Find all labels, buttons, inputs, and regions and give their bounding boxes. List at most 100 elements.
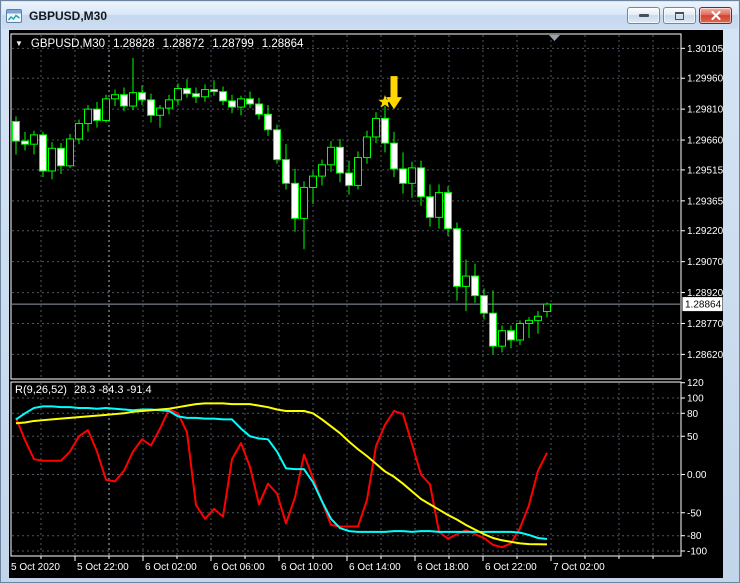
candle: [138, 85, 146, 106]
restore-icon: [675, 11, 684, 20]
minimize-button[interactable]: [627, 7, 660, 24]
candle: [318, 159, 326, 186]
candle: [372, 112, 380, 144]
svg-text:1.29070: 1.29070: [687, 257, 723, 268]
svg-text:1.29960: 1.29960: [687, 74, 723, 85]
candle: [255, 97, 263, 120]
candle: [327, 141, 335, 172]
candle: [246, 91, 254, 109]
candle: [192, 87, 200, 103]
candle: [66, 133, 74, 168]
chart-legend: ▼ GBPUSD,M30 1.28828 1.28872 1.28799 1.2…: [15, 38, 303, 50]
indicator-line-cyan: [15, 405, 548, 540]
svg-text:6 Oct 14:00: 6 Oct 14:00: [349, 562, 401, 573]
candle: [21, 131, 29, 151]
chart-client-area: 1.30105 1.29960 1.29810 1.29660 1.29515 1.293…: [9, 30, 723, 578]
candle: [354, 151, 362, 190]
candle: [309, 170, 317, 204]
title-bar[interactable]: GBPUSD,M30: [2, 2, 738, 29]
minimize-icon: [638, 14, 649, 17]
candle: [444, 186, 452, 236]
candle: [57, 143, 65, 175]
candle: [534, 311, 542, 334]
dropdown-triangle-icon[interactable]: ▼: [15, 40, 23, 48]
candle: [174, 83, 182, 106]
indicator-values: 28.3 -84.3 -91.4: [73, 384, 152, 396]
candle: [111, 89, 119, 107]
svg-text:1.29365: 1.29365: [687, 196, 723, 207]
chart-objects: [378, 76, 402, 110]
indicator-legend: R(9,26,52) 28.3 -84.3 -91.4: [15, 384, 152, 396]
legend-high: 1.28872: [162, 38, 205, 50]
indicator-name: R(9,26,52): [15, 384, 67, 396]
candle: [453, 222, 461, 301]
candle: [480, 288, 488, 320]
svg-text:6 Oct 10:00: 6 Oct 10:00: [281, 562, 333, 573]
chart-window: GBPUSD,M30 1.30105 1.29960 1.29810 1.29660 1…: [0, 0, 740, 583]
grid: [12, 35, 680, 555]
candle: [543, 302, 551, 318]
candles: [12, 58, 551, 355]
candle: [399, 152, 407, 194]
candle: [75, 119, 83, 145]
svg-text:1.28620: 1.28620: [687, 350, 723, 361]
current-price-tag: 1.28864: [682, 297, 723, 312]
svg-text:-100: -100: [687, 547, 707, 558]
candle: [363, 130, 371, 164]
candle: [417, 160, 425, 207]
candle: [408, 161, 416, 198]
svg-text:0.00: 0.00: [687, 470, 707, 481]
svg-text:6 Oct 22:00: 6 Oct 22:00: [485, 562, 537, 573]
indicator-axis[interactable]: 120 100 80 50 0.00 -50 -80 -100: [681, 378, 707, 558]
star-icon[interactable]: [378, 94, 392, 108]
candle: [282, 144, 290, 190]
candle: [264, 105, 272, 136]
price-axis[interactable]: 1.30105 1.29960 1.29810 1.29660 1.29515 1.293…: [681, 44, 723, 361]
candle: [183, 79, 191, 98]
down-arrow-icon[interactable]: [386, 76, 402, 110]
legend-open: 1.28828: [113, 38, 155, 50]
close-button[interactable]: [699, 7, 732, 24]
candle: [390, 131, 398, 178]
svg-text:6 Oct 06:00: 6 Oct 06:00: [213, 562, 265, 573]
close-icon: [710, 11, 721, 20]
legend-close: 1.28864: [261, 38, 304, 50]
candle: [273, 124, 281, 164]
candle: [516, 320, 524, 346]
candle: [219, 86, 227, 106]
restore-button[interactable]: [663, 7, 696, 24]
svg-text:1.29220: 1.29220: [687, 226, 723, 237]
window-title: GBPUSD,M30: [29, 8, 108, 23]
candle: [507, 325, 515, 349]
candle: [291, 168, 299, 232]
candle: [300, 181, 308, 250]
chart-canvas[interactable]: 1.30105 1.29960 1.29810 1.29660 1.29515 1.293…: [9, 30, 723, 578]
candle: [12, 116, 20, 155]
candle: [489, 290, 497, 355]
svg-text:-80: -80: [687, 531, 702, 542]
candle: [210, 80, 218, 96]
svg-text:1.28864: 1.28864: [685, 300, 722, 311]
candle: [165, 94, 173, 115]
candle: [498, 325, 506, 353]
svg-text:1.29660: 1.29660: [687, 136, 723, 147]
candle: [30, 130, 38, 155]
candle: [237, 95, 245, 116]
candle: [39, 131, 47, 178]
legend-symbol: GBPUSD,M30: [30, 38, 106, 50]
svg-text:1.29810: 1.29810: [687, 105, 723, 116]
svg-text:50: 50: [687, 432, 699, 443]
svg-text:120: 120: [687, 378, 704, 389]
window-controls: [627, 7, 734, 24]
time-axis[interactable]: 5 Oct 2020 5 Oct 22:00 6 Oct 02:00 6 Oct 06…: [11, 556, 654, 573]
candle: [156, 105, 164, 128]
indicator-line-yellow: [15, 402, 548, 546]
candle: [462, 259, 470, 312]
svg-text:100: 100: [687, 394, 704, 405]
candle: [525, 317, 533, 338]
candle: [102, 94, 110, 123]
candle: [93, 101, 101, 128]
svg-text:1.28770: 1.28770: [687, 319, 723, 330]
candle: [381, 106, 389, 153]
candle: [84, 105, 92, 132]
